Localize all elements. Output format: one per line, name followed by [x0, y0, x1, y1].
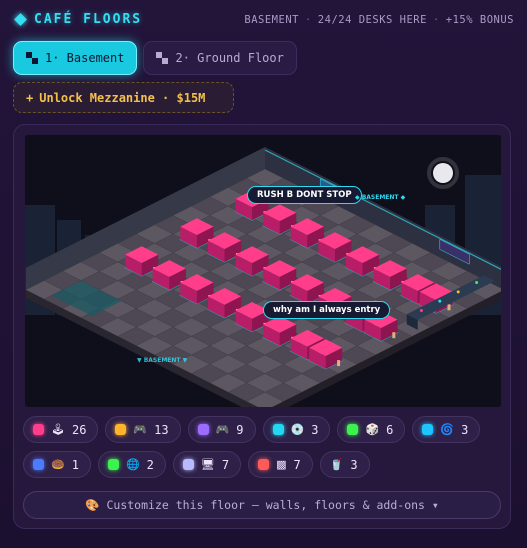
equipment-chip[interactable]: ▩ 7 [248, 451, 313, 478]
computer-icon: 🖥 [200, 458, 215, 471]
color-dot [115, 424, 127, 435]
floor-sign: ▼ BASEMENT ▼ [137, 357, 188, 364]
speech-bubble: why am I always entry [263, 301, 391, 319]
player [392, 332, 396, 339]
chip-count: 3 [350, 457, 358, 472]
chip-row: 🍩 1 🌐 2 🖥 7 ▩ 7 🥤 3 [23, 451, 503, 478]
page-title: CAFÉ FLOORS [34, 12, 143, 27]
customize-label: Customize this floor — walls, floors & a… [106, 498, 439, 512]
spiral-icon: 🌀 [440, 423, 455, 436]
player [447, 304, 451, 311]
color-dot [197, 424, 209, 435]
equipment-chip[interactable]: 💿 3 [262, 416, 331, 443]
equipment-chip[interactable]: 🥤 3 [319, 451, 370, 478]
chip-count: 1 [71, 457, 79, 472]
color-dot [422, 424, 434, 435]
status-desks: 24/24 DESKS HERE [317, 14, 427, 26]
unlock-label: Unlock Mezzanine · $15M [39, 90, 206, 105]
counter-light [456, 290, 460, 294]
chip-count: 26 [71, 422, 87, 437]
tab-basement[interactable]: 1· Basement [13, 41, 138, 75]
chip-count: 9 [236, 422, 244, 437]
floor-scene-svg [25, 135, 501, 407]
counter-light [475, 281, 479, 285]
equipment-chip[interactable]: 🌀 3 [412, 416, 481, 443]
equipment-chips: 🕹 26 🎮 13 🎮 9 💿 3 🎲 6 🌀 3 🍩 1 🌐 2 🖥 7 ▩ 7 🥤 3 [23, 416, 503, 486]
color-dot [107, 459, 119, 470]
chip-count: 13 [154, 422, 169, 437]
donut-icon: 🍩 [51, 458, 65, 471]
speech-bubble: RUSH B DONT STOP [247, 186, 362, 204]
floor-icon [26, 52, 38, 64]
equipment-chip[interactable]: 🍩 1 [23, 451, 91, 478]
equipment-chip[interactable]: 🎮 9 [187, 416, 256, 443]
chip-count: 7 [221, 457, 230, 472]
header: CAFÉ FLOORS BASEMENT · 24/24 DESKS HERE … [14, 12, 514, 30]
player [337, 360, 341, 367]
status-floor: BASEMENT [244, 14, 299, 26]
gamepad-icon: 🎮 [133, 423, 148, 436]
floor-tabs: 1· Basement 2· Ground Floor [13, 41, 297, 75]
chip-count: 6 [386, 422, 394, 437]
dice-icon: 🎲 [365, 423, 380, 436]
status-bonus: +15% BONUS [445, 14, 514, 26]
chip-row: 🕹 26 🎮 13 🎮 9 💿 3 🎲 6 🌀 3 [23, 416, 503, 443]
counter-light [438, 299, 442, 303]
floor-sign: ◆ BASEMENT ◆ [355, 194, 406, 201]
status-separator: · [304, 14, 312, 26]
chip-count: 2 [146, 457, 154, 472]
diamond-icon [14, 13, 27, 26]
title-wrap: CAFÉ FLOORS [14, 12, 142, 27]
floor-panel: RUSH B DONT STOP why am I always entry ◆… [13, 124, 511, 529]
equipment-chip[interactable]: 🎮 13 [105, 416, 181, 443]
cafe-floors-page: CAFÉ FLOORS BASEMENT · 24/24 DESKS HERE … [0, 0, 527, 548]
color-dot [347, 424, 359, 435]
equipment-chip[interactable]: 🌐 2 [97, 451, 166, 478]
unlock-mezzanine-button[interactable]: + Unlock Mezzanine · $15M [13, 82, 234, 113]
customize-floor-button[interactable]: 🎨 Customize this floor — walls, floors &… [23, 491, 501, 519]
gamepad-icon: 🎮 [215, 423, 230, 436]
plus-icon: + [26, 90, 34, 105]
moon [433, 163, 453, 183]
floor-status: BASEMENT · 24/24 DESKS HERE · +15% BONUS [244, 14, 514, 26]
counter-light [419, 308, 423, 312]
disc-icon: 💿 [290, 423, 305, 436]
color-dot [258, 459, 270, 470]
equipment-chip[interactable]: 🖥 7 [172, 451, 242, 478]
palette-icon: 🎨 [85, 498, 100, 512]
joystick-icon: 🕹 [51, 423, 65, 436]
color-dot [33, 459, 44, 470]
tab-ground-floor[interactable]: 2· Ground Floor [143, 41, 297, 75]
color-dot [33, 424, 44, 435]
chip-count: 3 [311, 422, 319, 437]
color-dot [182, 459, 194, 470]
globe-icon: 🌐 [125, 458, 140, 471]
tab-label: 1· Basement [45, 51, 125, 65]
tab-label: 2· Ground Floor [175, 51, 284, 65]
equipment-chip[interactable]: 🎲 6 [337, 416, 406, 443]
equipment-chip[interactable]: 🕹 26 [23, 416, 99, 443]
chip-count: 3 [461, 422, 469, 437]
color-dot [272, 424, 284, 435]
status-separator: · [432, 14, 440, 26]
green-box-icon: ▩ [276, 458, 287, 471]
isometric-floor-view[interactable]: RUSH B DONT STOP why am I always entry ◆… [25, 135, 501, 407]
floor-icon [156, 52, 169, 64]
chip-count: 7 [293, 457, 301, 472]
cup-icon: 🥤 [329, 458, 344, 471]
